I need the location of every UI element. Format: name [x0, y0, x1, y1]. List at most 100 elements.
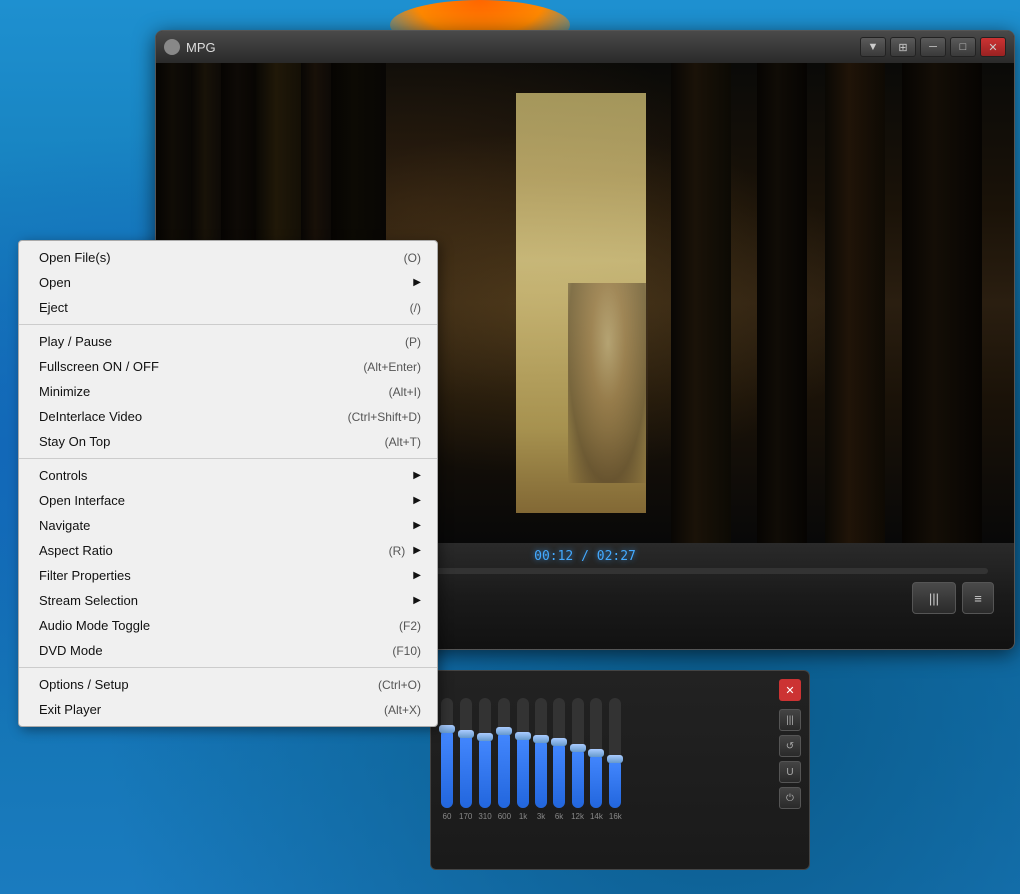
eq-band-label-1k: 1k	[519, 812, 527, 821]
eq-slider-track-310[interactable]	[479, 698, 491, 808]
player-title: MPG	[186, 40, 854, 55]
eq-slider-fill-1k	[517, 735, 529, 808]
plank-7	[671, 63, 731, 543]
menu-item-eject[interactable]: Eject(/)	[19, 295, 437, 320]
eq-slider-track-6k[interactable]	[553, 698, 565, 808]
plank-8	[757, 63, 807, 543]
menu-item-label: Open File(s)	[39, 250, 384, 265]
maximize-button[interactable]: □	[950, 37, 976, 57]
menu-item-label: Aspect Ratio	[39, 543, 369, 558]
menu-item-options---setup[interactable]: Options / Setup(Ctrl+O)	[19, 672, 437, 697]
eq-side-buttons: ||| ↺ U ⏻	[779, 709, 801, 809]
eq-slider-fill-600	[498, 731, 510, 808]
menu-item-stream-selection[interactable]: Stream Selection▶	[19, 588, 437, 613]
eq-band-16k: 16k	[609, 698, 622, 821]
eq-slider-thumb-600[interactable]	[496, 727, 512, 735]
eq-band-label-6k: 6k	[555, 812, 563, 821]
eq-slider-track-16k[interactable]	[609, 698, 621, 808]
eq-band-170: 170	[459, 698, 472, 821]
title-bar-buttons: ▼ ⊞ ─ □ ✕	[860, 37, 1006, 57]
menu-item-label: DeInterlace Video	[39, 409, 328, 424]
menu-item-label: Navigate	[39, 518, 405, 533]
menu-item-shortcut: (Ctrl+O)	[378, 678, 421, 692]
menu-item-deinterlace-video[interactable]: DeInterlace Video(Ctrl+Shift+D)	[19, 404, 437, 429]
eq-band-label-14k: 14k	[590, 812, 603, 821]
eq-slider-fill-170	[460, 733, 472, 808]
plank-9	[825, 63, 885, 543]
menu-item-shortcut: (P)	[405, 335, 421, 349]
eq-band-label-60: 60	[443, 812, 452, 821]
eq-slider-fill-16k	[609, 759, 621, 809]
menu-item-label: Stay On Top	[39, 434, 365, 449]
menu-separator-18	[19, 667, 437, 668]
menu-item-filter-properties[interactable]: Filter Properties▶	[19, 563, 437, 588]
playlist-button[interactable]: ≡	[962, 582, 994, 614]
menu-item-navigate[interactable]: Navigate ▶	[19, 513, 437, 538]
eq-slider-fill-14k	[590, 753, 602, 808]
eq-power-button[interactable]: ⏻	[779, 787, 801, 809]
submenu-arrow-icon: ▶	[413, 520, 421, 531]
context-menu: Open File(s)(O) Open ▶ Eject(/) Play / Pause…	[18, 240, 438, 727]
menu-item-label: Eject	[39, 300, 390, 315]
menu-item-dvd-mode[interactable]: DVD Mode(F10)	[19, 638, 437, 663]
menu-item-shortcut: (F10)	[392, 644, 421, 658]
menu-item-exit-player[interactable]: Exit Player(Alt+X)	[19, 697, 437, 722]
eq-undo-button[interactable]: U	[779, 761, 801, 783]
menu-item-stay-on-top[interactable]: Stay On Top(Alt+T)	[19, 429, 437, 454]
eq-band-60: 60	[441, 698, 453, 821]
eq-slider-thumb-1k[interactable]	[515, 732, 531, 740]
player-icon	[164, 39, 180, 55]
eq-slider-track-1k[interactable]	[517, 698, 529, 808]
eq-slider-fill-310	[479, 737, 491, 809]
eq-band-label-16k: 16k	[609, 812, 622, 821]
eq-slider-thumb-170[interactable]	[458, 730, 474, 738]
eq-band-label-310: 310	[478, 812, 491, 821]
eq-band-3k: 3k	[535, 698, 547, 821]
eq-band-label-170: 170	[459, 812, 472, 821]
menu-item-aspect-ratio[interactable]: Aspect Ratio(R)▶	[19, 538, 437, 563]
eq-slider-thumb-6k[interactable]	[551, 738, 567, 746]
eq-band-6k: 6k	[553, 698, 565, 821]
menu-item-minimize[interactable]: Minimize(Alt+I)	[19, 379, 437, 404]
eq-settings-button[interactable]: |||	[779, 709, 801, 731]
eq-slider-thumb-3k[interactable]	[533, 735, 549, 743]
eq-band-12k: 12k	[571, 698, 584, 821]
menu-item-label: Minimize	[39, 384, 369, 399]
close-button[interactable]: ✕	[980, 37, 1006, 57]
minimize-button[interactable]: ─	[920, 37, 946, 57]
eq-slider-track-170[interactable]	[460, 698, 472, 808]
menu-item-open[interactable]: Open ▶	[19, 270, 437, 295]
eq-reset-button[interactable]: ↺	[779, 735, 801, 757]
eq-slider-thumb-60[interactable]	[439, 725, 455, 733]
equalizer-button[interactable]: |||	[912, 582, 956, 614]
eq-close-button[interactable]: ✕	[779, 679, 801, 701]
resize-button[interactable]: ⊞	[890, 37, 916, 57]
figure-silhouette	[568, 283, 648, 483]
eq-slider-track-60[interactable]	[441, 698, 453, 808]
menu-item-label: Open	[39, 275, 405, 290]
menu-item-audio-mode-toggle[interactable]: Audio Mode Toggle(F2)	[19, 613, 437, 638]
menu-item-open-interface[interactable]: Open Interface▶	[19, 488, 437, 513]
eq-band-14k: 14k	[590, 698, 603, 821]
eq-slider-track-12k[interactable]	[572, 698, 584, 808]
menu-button[interactable]: ▼	[860, 37, 886, 57]
menu-item-label: Audio Mode Toggle	[39, 618, 379, 633]
eq-slider-track-3k[interactable]	[535, 698, 547, 808]
menu-item-open-file-s-[interactable]: Open File(s)(O)	[19, 245, 437, 270]
menu-item-controls[interactable]: Controls ▶	[19, 463, 437, 488]
eq-band-label-12k: 12k	[571, 812, 584, 821]
submenu-arrow-icon: ▶	[413, 277, 421, 288]
menu-item-fullscreen-on---off[interactable]: Fullscreen ON / OFF(Alt+Enter)	[19, 354, 437, 379]
eq-slider-track-14k[interactable]	[590, 698, 602, 808]
submenu-arrow-icon: ▶	[413, 495, 421, 506]
eq-slider-thumb-14k[interactable]	[588, 749, 604, 757]
eq-slider-thumb-12k[interactable]	[570, 744, 586, 752]
eq-slider-thumb-310[interactable]	[477, 733, 493, 741]
menu-item-play---pause[interactable]: Play / Pause(P)	[19, 329, 437, 354]
menu-item-shortcut: (Alt+X)	[384, 703, 421, 717]
menu-item-shortcut: (Alt+Enter)	[363, 360, 421, 374]
submenu-arrow-icon: ▶	[413, 470, 421, 481]
menu-item-label: Controls	[39, 468, 405, 483]
eq-slider-thumb-16k[interactable]	[607, 755, 623, 763]
eq-slider-track-600[interactable]	[498, 698, 510, 808]
